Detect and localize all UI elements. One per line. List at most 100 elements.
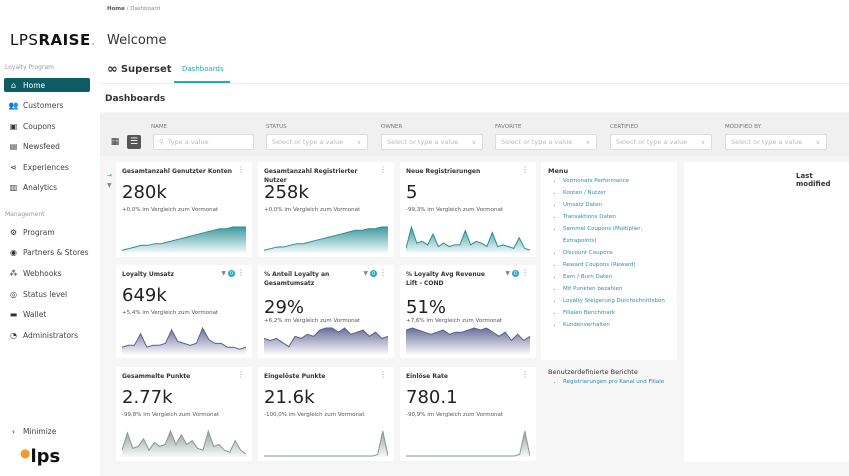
menu-link[interactable]: Sammel Coupons (Multiplier, Extrapoints) [563, 223, 669, 247]
certified-filter-input[interactable]: Select or type a value ∨ [610, 134, 712, 150]
big-number-value: 2.77k [122, 387, 173, 408]
menu-link[interactable]: Reward Coupons (Reward) [563, 259, 669, 271]
sparkline-area [122, 431, 246, 457]
sparkline-area [122, 328, 246, 354]
sidebar-item-webhooks[interactable]: ⁂ Webhooks [4, 266, 90, 280]
sidebar-item-label: Status level [23, 289, 68, 299]
menu-link[interactable]: Transaktions Daten [563, 211, 669, 223]
sidebar-item-newsfeed[interactable]: ▤ Newsfeed [4, 139, 90, 153]
tab-dashboards[interactable]: Dashboards [182, 65, 224, 73]
last-modified-panel: Last modified ▾ [684, 162, 849, 462]
comparison-text: -99,8% im Vergleich zum Vormonat [122, 412, 219, 418]
chart-card[interactable]: Neue Registrierungen ⋮ 5 -99,3% im Vergleic… [400, 162, 536, 257]
chart-card[interactable]: Gesammelte Punkte ⋮ 2.77k -99,8% im Verglei… [116, 367, 252, 461]
card-title: Eingelöste Punkte [264, 373, 326, 380]
big-number-value: 29% [264, 297, 305, 318]
comparison-text: -100,0% im Vergleich zum Vormonat [264, 412, 365, 418]
expand-filters-icon[interactable]: ⇥ [107, 172, 112, 179]
sidebar-item-wallet[interactable]: ▬ Wallet [4, 307, 90, 321]
menu-link[interactable]: Konten / Nutzer [563, 187, 669, 199]
superset-logo[interactable]: ∞ Superset [107, 62, 172, 77]
status-filter-input[interactable]: Select or type a value ∨ [266, 134, 368, 150]
page-title: Welcome [107, 33, 167, 48]
menu-link[interactable]: Vormonats Performance [563, 175, 669, 187]
sort-icon: ▾ [796, 172, 799, 178]
sparkline [406, 430, 530, 457]
more-options-icon[interactable]: ⋮ [237, 370, 245, 379]
modified-by-filter-input[interactable]: Select or type a value ∨ [725, 134, 827, 150]
breadcrumb-home[interactable]: Home [107, 6, 125, 12]
minimize-button[interactable]: ‹ Minimize [4, 424, 90, 438]
comparison-text: -99,3% im Vergleich zum Vormonat [406, 207, 503, 213]
sidebar-item-coupons[interactable]: ▣ Coupons [4, 119, 90, 133]
more-options-icon[interactable]: ⋮ [521, 268, 529, 277]
filter-icon: ▼ [505, 270, 510, 277]
filter-indicator[interactable]: ▼ 0 [363, 270, 377, 277]
sidebar-item-analytics[interactable]: ▥ Analytics [4, 180, 90, 194]
sidebar-item-experiences[interactable]: ⋖ Experiences [4, 160, 90, 174]
menu-link[interactable]: Earn / Burn Daten [563, 271, 669, 283]
sidebar-item-home[interactable]: ⌂ Home [4, 78, 90, 92]
chevron-down-icon: ∨ [815, 138, 820, 146]
card-title: Gesammelte Punkte [122, 373, 191, 380]
more-options-icon[interactable]: ⋮ [379, 165, 387, 174]
chart-card[interactable]: Einlöse Rate ⋮ 780.1 -90,9% im Vergleich zu… [400, 367, 536, 461]
menu-link[interactable]: Loyalty Steigerung Durchschnittsbon [563, 295, 669, 307]
lps-raise-logo: LPSRAISE. [10, 31, 97, 49]
filter-indicator[interactable]: ▼ 0 [505, 270, 519, 277]
chevron-down-icon: ∨ [471, 138, 476, 146]
webhooks-icon: ⁂ [9, 268, 18, 278]
infinity-icon: ∞ [107, 62, 118, 77]
owner-filter-input[interactable]: Select or type a value ∨ [381, 134, 483, 150]
chevron-down-icon: ∨ [700, 138, 705, 146]
more-options-icon[interactable]: ⋮ [237, 165, 245, 174]
menu-link[interactable]: Filialen Benchmark [563, 307, 669, 319]
list-view-button[interactable]: ☰ [127, 135, 141, 149]
sparkline [122, 429, 246, 457]
sidebar-item-customers[interactable]: 👥 Customers [4, 98, 90, 112]
status-icon: ◎ [10, 289, 17, 299]
sidebar-item-administrators[interactable]: ◔ Administrators [4, 328, 90, 342]
sidebar-item-status-level[interactable]: ◎ Status level [4, 287, 90, 301]
chart-card[interactable]: Gesamtanzahl Genutzter Konten ⋮ 280k +0,0% … [116, 162, 252, 257]
more-options-icon[interactable]: ⋮ [521, 370, 529, 379]
comparison-text: +6,2% im Vergleich zum Vormonat [264, 318, 361, 324]
name-filter-input[interactable]: ⚲ Type a value [153, 134, 254, 150]
chart-card[interactable]: % Loyalty Avg Revenue Lift - COND ▼ 0 ⋮ 51% +… [400, 265, 536, 358]
more-options-icon[interactable]: ⋮ [521, 165, 529, 174]
filter-icon[interactable]: ▼ [107, 182, 112, 189]
chevron-left-icon: ‹ [11, 426, 16, 436]
more-options-icon[interactable]: ⋮ [237, 268, 245, 277]
filter-indicator[interactable]: ▼ 0 [221, 270, 235, 277]
menu-link[interactable]: Registrierungen pro Kanal und Filiale [563, 376, 674, 388]
sidebar-item-label: Experiences [23, 162, 69, 172]
sidebar-item-partners-stores[interactable]: ◉ Partners & Stores [4, 245, 90, 259]
chart-card[interactable]: Eingelöste Punkte ⋮ 21.6k -100,0% im Vergle… [258, 367, 394, 461]
more-options-icon[interactable]: ⋮ [379, 268, 387, 277]
sidebar-item-program[interactable]: ⚙ Program [4, 225, 90, 239]
card-title: Gesamtanzahl Genutzter Konten [122, 168, 233, 175]
menu-link[interactable]: Umsatz Daten [563, 199, 669, 211]
custom-reports-title: Benutzerdefinierte Berichte [548, 368, 638, 376]
sparkline-line [406, 430, 530, 457]
comparison-text: -90,9% im Vergleich zum Vormonat [406, 412, 503, 418]
chart-card[interactable]: Gesamtanzahl Registrierter Nutzer ⋮ 258k +0… [258, 162, 394, 257]
chart-card[interactable]: Loyalty Umsatz ▼ 0 ⋮ 649k +5,4% im Vergleich … [116, 265, 252, 358]
more-options-icon[interactable]: ⋮ [379, 370, 387, 379]
menu-link[interactable]: Mit Punkten bezahlen [563, 283, 669, 295]
card-view-button[interactable]: ▦ [108, 135, 122, 149]
wallet-icon: ▬ [9, 309, 18, 319]
sparkline [406, 327, 530, 354]
coupons-icon: ▣ [9, 121, 18, 131]
share-icon: ⋖ [10, 162, 17, 172]
favorite-filter-input[interactable]: Select or type a value ∨ [495, 134, 597, 150]
menu-link[interactable]: Discount Coupons [563, 247, 669, 259]
filter-label: FAVORITE [495, 124, 522, 130]
filter-label: OWNER [381, 124, 403, 130]
menu-link[interactable]: Kundenverhalten [563, 319, 669, 331]
analytics-icon: ▥ [9, 182, 18, 192]
big-number-value: 780.1 [406, 387, 458, 408]
chart-card[interactable]: % Anteil Loyalty an Gesamtumsatz ▼ 0 ⋮ 29% +6… [258, 265, 394, 358]
chevron-down-icon: ∨ [585, 138, 590, 146]
big-number-value: 21.6k [264, 387, 315, 408]
